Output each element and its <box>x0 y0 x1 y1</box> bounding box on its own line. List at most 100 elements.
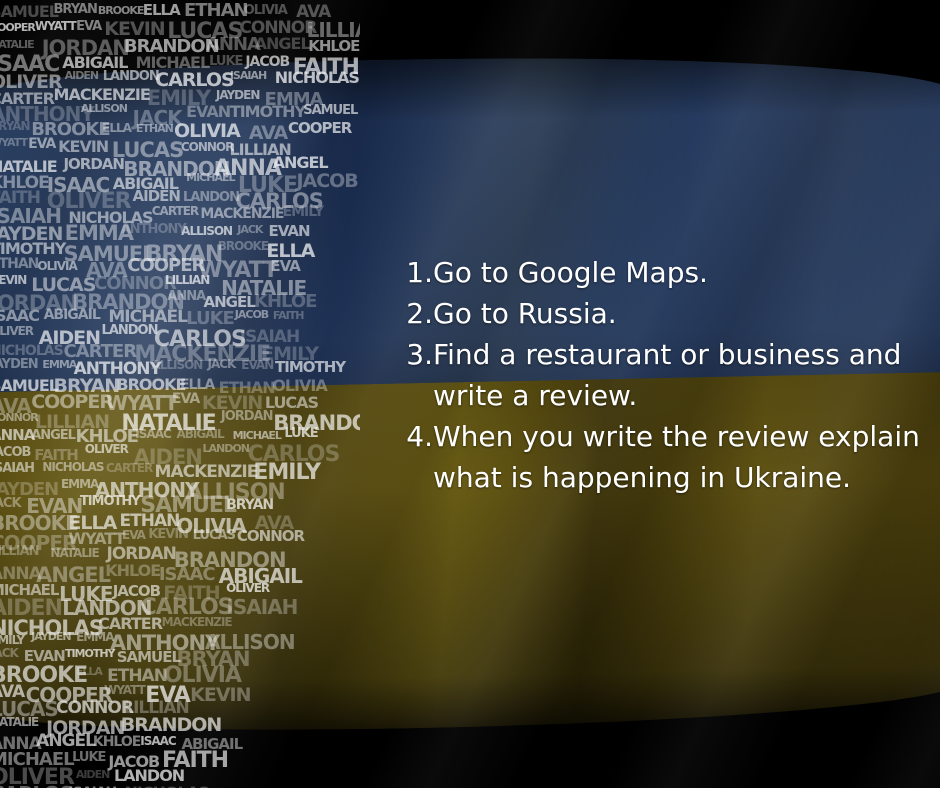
portrait-word: OLIVER <box>0 324 34 338</box>
portrait-word: FAITH <box>272 309 305 322</box>
portrait-word: OLIVER <box>226 581 270 595</box>
portrait-word: MICHAEL <box>232 429 282 442</box>
portrait-word: OLIVIA <box>37 259 77 273</box>
portrait-word: CONNOR <box>236 527 305 545</box>
portrait-word: ISAIAH <box>226 595 298 619</box>
portrait-word: BRYAN <box>226 497 274 513</box>
portrait-word: MACKENZIE <box>161 615 233 629</box>
portrait-word: EVAN <box>186 102 231 121</box>
portrait-word: EMILY <box>0 633 25 647</box>
portrait-word: NICHOLAS <box>274 68 360 87</box>
portrait-word: OLIVIA <box>243 3 288 18</box>
portrait-word: LANDON <box>202 442 250 455</box>
portrait-word: ISAAC <box>135 427 171 441</box>
portrait-word: KEVIN <box>190 684 251 706</box>
portrait-word: JORDAN <box>63 155 124 173</box>
portrait-word: CONNOR <box>180 140 235 154</box>
portrait-word: LUKE <box>72 750 106 765</box>
portrait-word: EMMA <box>60 477 99 491</box>
portrait-word: WYATT <box>104 683 146 697</box>
portrait-word: EVA <box>76 19 102 34</box>
portrait-word: JAYDEN <box>0 357 39 372</box>
portrait-word: JACOB <box>234 308 269 321</box>
instruction-step-2: 2. Go to Russia. <box>400 293 920 334</box>
portrait-word: ABIGAIL <box>43 307 101 323</box>
instruction-step-3: 3. Find a restaurant or business and wri… <box>400 334 920 416</box>
instruction-list: 1. Go to Google Maps. 2. Go to Russia. 3… <box>400 252 920 498</box>
portrait-word: AIDEN <box>64 69 99 82</box>
step-text: Find a restaurant or business and write … <box>433 338 902 412</box>
portrait-word: ELLA <box>102 121 132 135</box>
portrait-word: LILLIAN <box>0 544 39 559</box>
portrait-word: ISAIAH <box>0 461 35 476</box>
portrait-word: TIMOTHY <box>275 358 346 376</box>
portrait-word: KEVIN <box>58 137 109 156</box>
portrait-word: NATALIE <box>0 715 39 729</box>
portrait-word: LANDON <box>102 69 160 84</box>
portrait-word: BRYAN <box>53 2 98 17</box>
portrait-word: JACK <box>0 646 19 660</box>
portrait-word: BRANDON <box>120 714 223 736</box>
portrait-word: JORDAN <box>220 409 274 424</box>
portrait-word: ISAIAH <box>229 69 267 82</box>
step-text: Go to Russia. <box>433 297 617 330</box>
portrait-word: NICHOLAS <box>42 460 104 474</box>
portrait-word: EMILY <box>282 204 325 220</box>
portrait-word: ALLISON <box>151 358 203 372</box>
poster: SAMUELBRYANBROOKEELLAETHANOLIVIAAVACOOPE… <box>0 0 940 788</box>
word-cloud-portrait: SAMUELBRYANBROOKEELLAETHANOLIVIAAVACOOPE… <box>0 0 360 788</box>
portrait-word: NICHOLAS <box>124 783 209 788</box>
step-text: When you write the review explain what i… <box>433 420 920 494</box>
portrait-word: LILLIAN <box>165 273 210 287</box>
portrait-word: AIDEN <box>132 187 181 205</box>
portrait-word: EVAN <box>241 358 274 372</box>
portrait-word: ANNA <box>205 34 261 55</box>
portrait-word: JACK <box>207 357 237 371</box>
portrait-word: ANTHONY <box>120 222 187 237</box>
portrait-word: ETHAN <box>135 122 174 135</box>
portrait-word: MACKENZIE <box>200 206 284 222</box>
portrait-word: ANNA <box>167 289 206 304</box>
portrait-word: ISAAC <box>140 734 176 748</box>
portrait-word: EVA <box>270 257 300 275</box>
portrait-word: JACK <box>237 223 263 236</box>
portrait-word: EMMA <box>42 358 77 371</box>
portrait-word: TIMOTHY <box>64 647 116 660</box>
step-number: 2. <box>406 297 433 330</box>
portrait-word: CARTER <box>151 204 199 218</box>
step-text: Go to Google Maps. <box>433 256 708 289</box>
portrait-word: EMMA <box>76 630 114 644</box>
portrait-word: LUKE <box>284 426 318 441</box>
step-number: 1. <box>406 256 433 289</box>
portrait-word: CARTER <box>105 461 153 475</box>
portrait-word: ANGEL <box>254 34 311 53</box>
portrait-word: BROOKE <box>97 4 145 17</box>
portrait-word: BROOKE <box>217 239 269 253</box>
portrait-word: AIDEN <box>75 768 110 781</box>
portrait-word: TIMOTHY <box>79 494 141 509</box>
portrait-word: EVA <box>28 136 56 152</box>
portrait-word: LUKE <box>186 308 235 329</box>
portrait-word: KHLOE <box>92 734 141 750</box>
portrait-word: LUKE <box>209 54 243 69</box>
portrait-word: CONNOR <box>0 411 39 424</box>
portrait-word: KEVIN <box>0 273 27 287</box>
portrait-word: JAYDEN <box>31 630 71 643</box>
portrait-word: ALLISON <box>80 102 128 115</box>
portrait-word: ABIGAIL <box>176 427 225 441</box>
portrait-word: ANGEL <box>36 731 96 751</box>
portrait-word: KHLOE <box>105 561 161 580</box>
portrait-word: JACK <box>0 496 22 511</box>
portrait-word: MICHAEL <box>186 171 235 184</box>
instruction-step-1: 1. Go to Google Maps. <box>400 252 920 293</box>
portrait-word: COOPER <box>288 119 352 137</box>
portrait-word: BRYAN <box>0 119 31 133</box>
portrait-word: EVAN <box>268 222 311 240</box>
portrait-word: COOPER <box>0 21 36 34</box>
portrait-word: ETHAN <box>183 0 249 21</box>
portrait-word: OLIVER <box>84 442 129 456</box>
portrait-word: WYATT <box>0 136 28 149</box>
portrait-word: CARLOS <box>0 782 74 788</box>
portrait-word: KEVIN <box>148 527 189 542</box>
portrait-word: JACOB <box>0 445 31 460</box>
